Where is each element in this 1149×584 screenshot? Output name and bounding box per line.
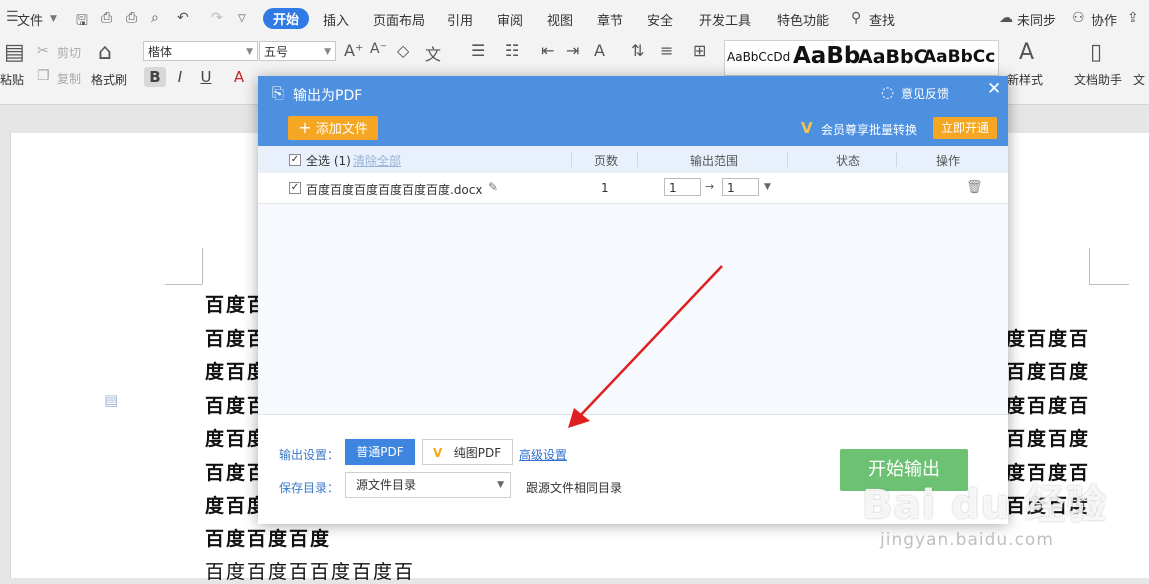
watermark-url: jingyan.baidu.com bbox=[880, 530, 1054, 550]
arrow-shaft bbox=[577, 265, 723, 419]
watermark-logo: Bai du 经验 bbox=[862, 482, 1108, 528]
arrow-head bbox=[568, 408, 590, 428]
